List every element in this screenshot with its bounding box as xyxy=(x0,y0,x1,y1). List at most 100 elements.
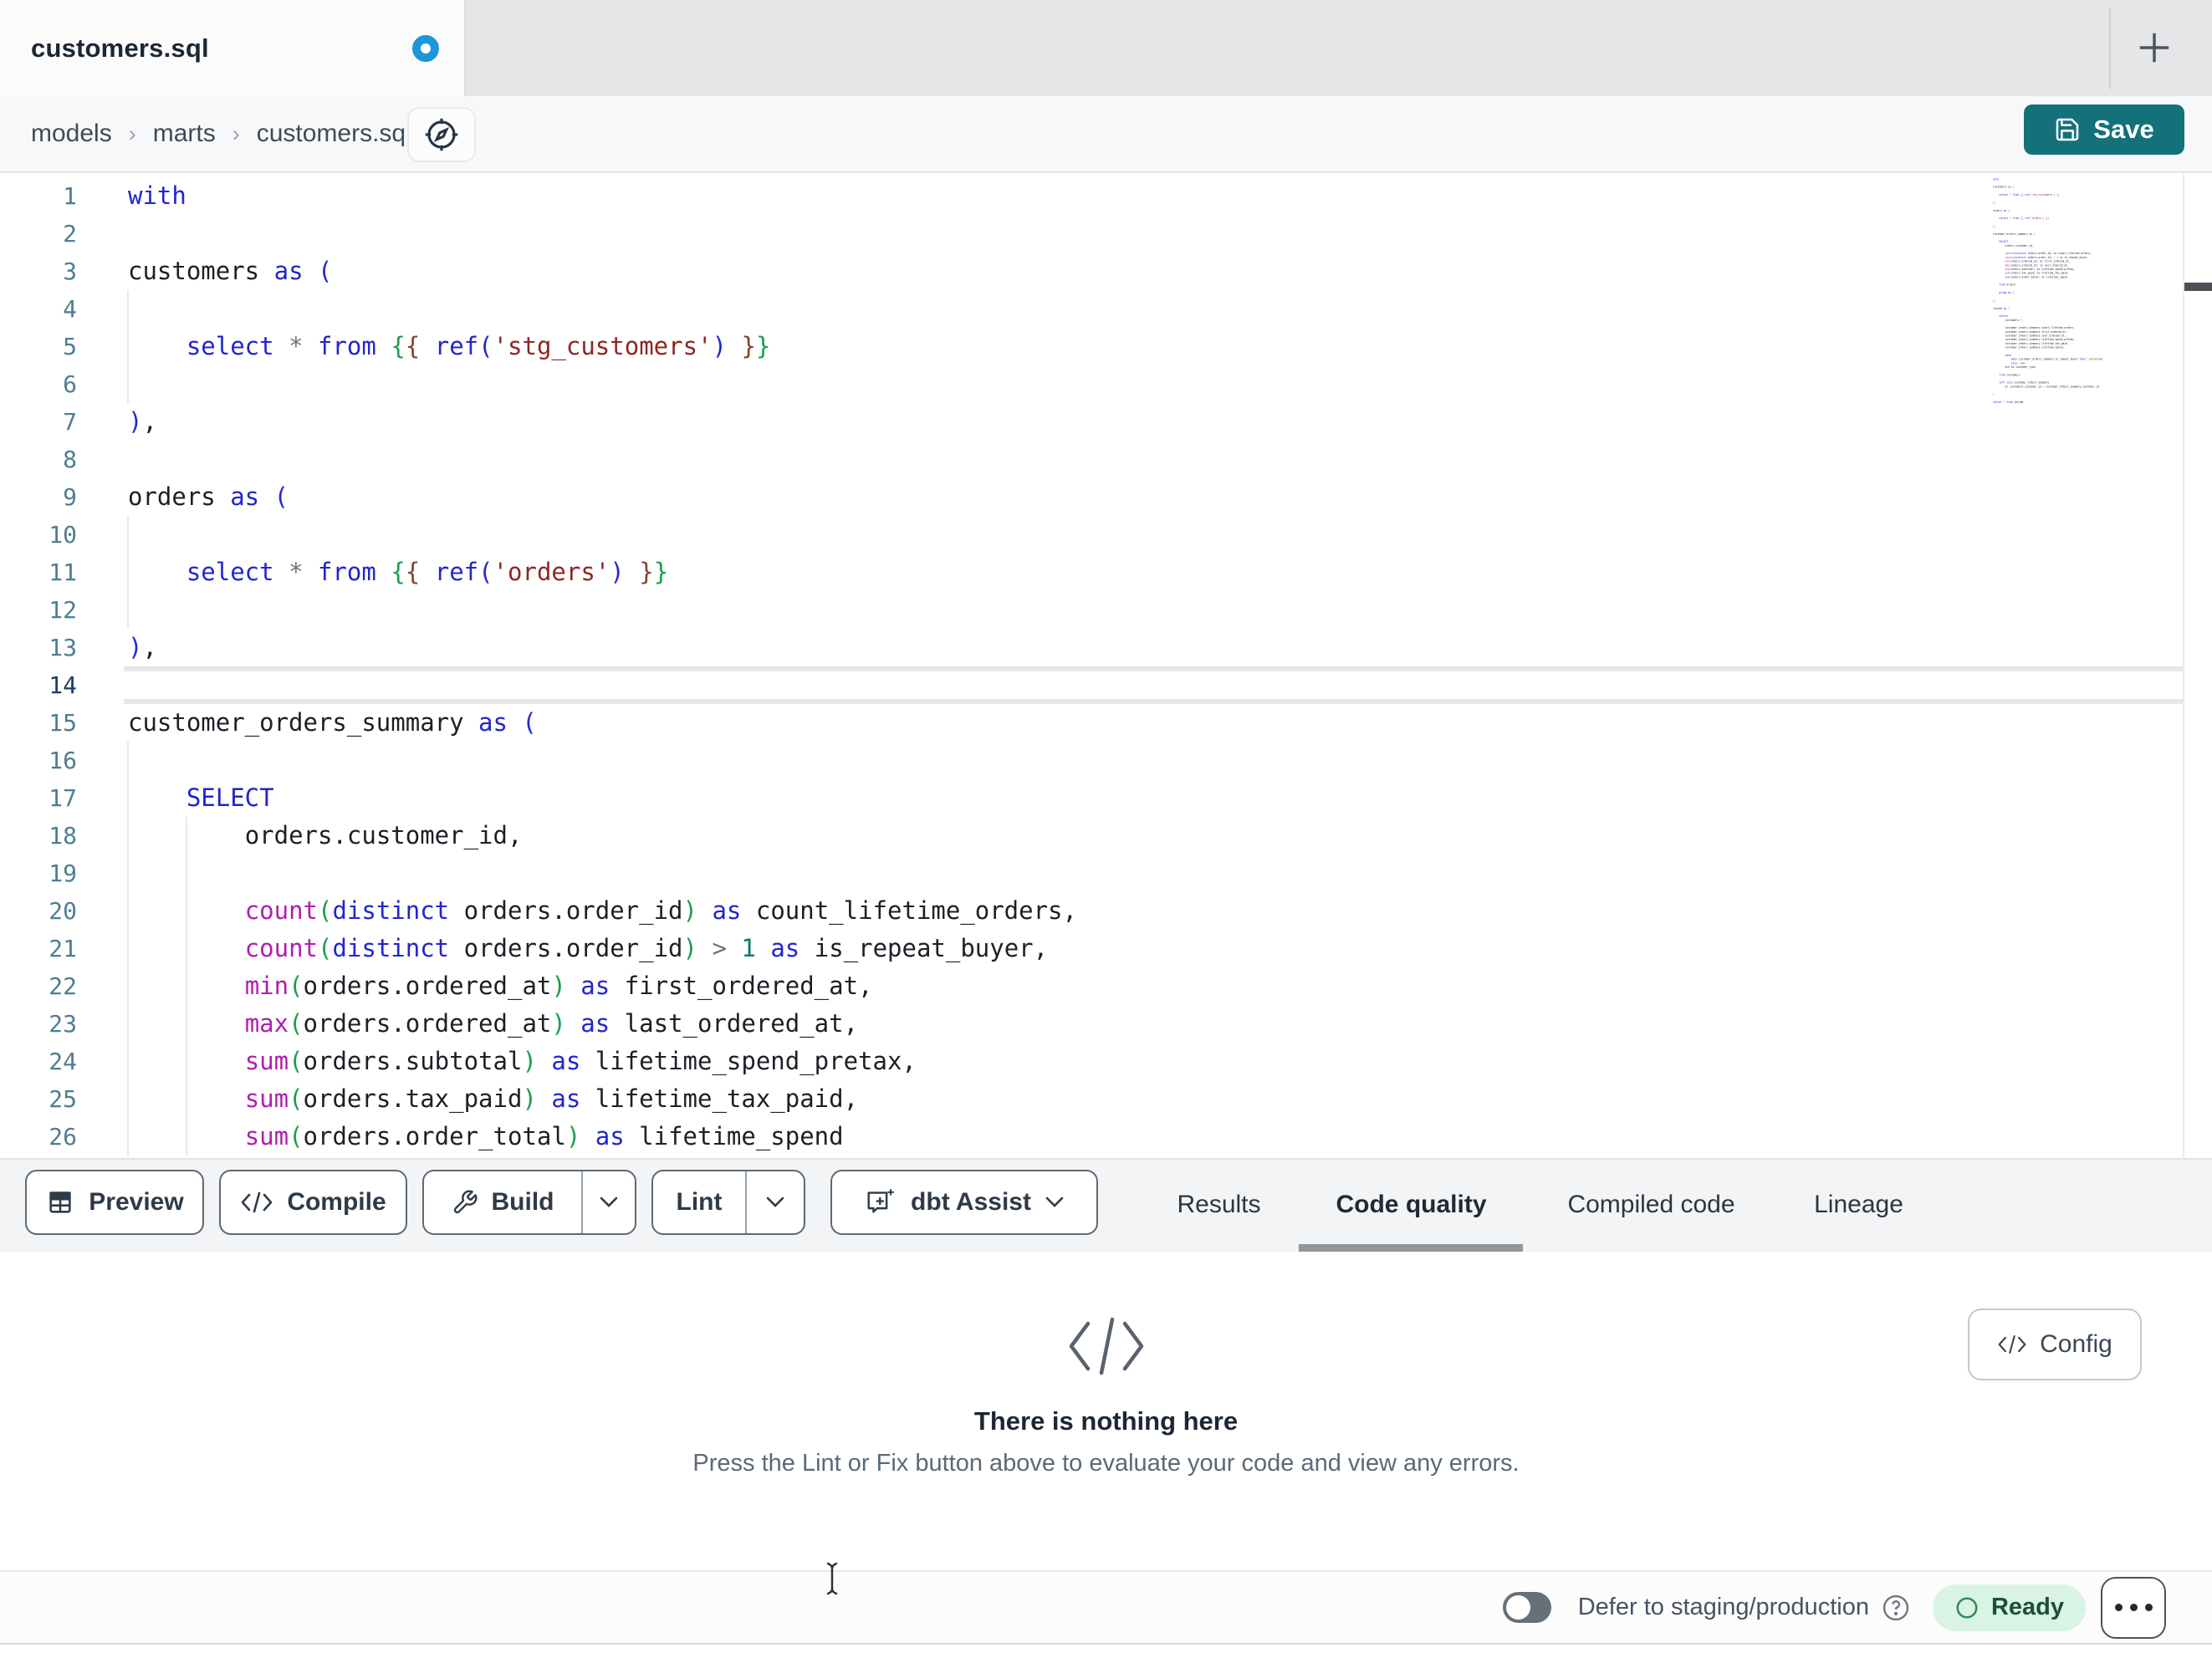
tab-bar: customers.sql xyxy=(0,0,2212,96)
tab-results[interactable]: Results xyxy=(1167,1160,1271,1250)
empty-state-title: There is nothing here xyxy=(973,1406,1239,1436)
editor-toolbar: Preview Compile Build Lint dbt Assist Re… xyxy=(0,1158,2212,1252)
wrench-icon xyxy=(453,1190,477,1214)
code-line[interactable]: sum(orders.subtotal) as lifetime_spend_p… xyxy=(0,1043,2183,1080)
save-label: Save xyxy=(2093,115,2154,144)
chevron-down-icon xyxy=(766,1196,784,1207)
code-line[interactable]: sum(orders.tax_paid) as lifetime_tax_pai… xyxy=(0,1080,2183,1118)
preview-label: Preview xyxy=(89,1188,184,1216)
code-empty-icon xyxy=(0,1315,2212,1381)
active-tab-underline xyxy=(1299,1244,1523,1252)
more-options-button[interactable] xyxy=(2101,1576,2166,1639)
tab-title: customers.sql xyxy=(31,33,209,63)
code-line[interactable]: customer_orders_summary as ( xyxy=(0,704,2183,742)
breadcrumb-separator: › xyxy=(128,120,136,146)
build-split-button: Build xyxy=(422,1170,636,1235)
lint-button[interactable]: Lint xyxy=(653,1171,745,1233)
code-icon xyxy=(242,1191,273,1213)
code-line[interactable]: select * from {{ ref('orders') }} xyxy=(0,554,2183,591)
defer-label: Defer to staging/production xyxy=(1577,1594,1869,1620)
code-line[interactable]: min(orders.ordered_at) as first_ordered_… xyxy=(0,967,2183,1005)
code-line[interactable]: count(distinct orders.order_id) as count… xyxy=(0,892,2183,930)
code-line[interactable] xyxy=(0,742,2183,779)
dbt-ide-window: customers.sql models › marts › customers… xyxy=(0,0,2212,1653)
scrollbar-thumb[interactable] xyxy=(2184,283,2212,291)
tab-customers-sql[interactable]: customers.sql xyxy=(0,0,466,96)
code-line[interactable] xyxy=(0,591,2183,629)
save-icon xyxy=(2056,118,2079,141)
code-icon xyxy=(1998,1335,2026,1354)
code-line[interactable] xyxy=(0,441,2183,478)
breadcrumb: models › marts › customers.sql xyxy=(31,96,411,171)
status-badge-ready: Ready xyxy=(1932,1584,2086,1631)
tab-results-label: Results xyxy=(1177,1191,1261,1218)
code-line[interactable]: orders.customer_id, xyxy=(0,817,2183,855)
tabbar-divider xyxy=(2109,7,2111,89)
compile-label: Compile xyxy=(287,1188,386,1216)
minimap[interactable]: with customers as ( select * from {{ ref(… xyxy=(1993,177,2182,428)
plus-icon xyxy=(2139,33,2169,63)
breadcrumb-separator: › xyxy=(232,120,240,146)
config-label: Config xyxy=(2040,1330,2112,1358)
breadcrumb-marts[interactable]: marts xyxy=(153,120,216,148)
build-label: Build xyxy=(491,1188,554,1216)
tab-code-quality[interactable]: Code quality xyxy=(1305,1160,1518,1250)
code-line[interactable]: sum(orders.order_total) as lifetime_spen… xyxy=(0,1118,2183,1156)
code-line[interactable]: max(orders.ordered_at) as last_ordered_a… xyxy=(0,1005,2183,1043)
help-icon[interactable] xyxy=(1881,1593,1911,1623)
navigate-to-node-button[interactable] xyxy=(407,107,476,162)
code-line[interactable]: SELECT xyxy=(0,779,2183,817)
dot xyxy=(2114,1604,2123,1611)
code-line[interactable]: ), xyxy=(0,629,2183,666)
tab-lineage-label: Lineage xyxy=(1814,1191,1903,1218)
build-button[interactable]: Build xyxy=(424,1171,581,1233)
code-line[interactable]: with xyxy=(0,177,2183,215)
dot xyxy=(2129,1604,2138,1611)
chevron-down-icon xyxy=(1045,1196,1064,1207)
save-button[interactable]: Save xyxy=(2024,105,2184,155)
code-line[interactable] xyxy=(0,215,2183,253)
code-line[interactable] xyxy=(0,516,2183,554)
code-line[interactable]: count(distinct orders.order_id) > 1 as i… xyxy=(0,930,2183,967)
code-line[interactable]: orders as ( xyxy=(0,478,2183,516)
unsaved-indicator-dot xyxy=(412,34,439,62)
code-line[interactable]: customers as ( xyxy=(0,253,2183,290)
status-bar: Defer to staging/production Ready xyxy=(0,1570,2212,1645)
code-line[interactable] xyxy=(0,666,2183,704)
compass-icon xyxy=(425,118,458,151)
ibeam-cursor xyxy=(824,1562,840,1599)
code-line[interactable] xyxy=(0,365,2183,403)
lint-dropdown-button[interactable] xyxy=(745,1171,804,1233)
assist-sparkle-chat-icon xyxy=(867,1189,895,1213)
lint-split-button: Lint xyxy=(651,1170,805,1235)
compile-button[interactable]: Compile xyxy=(219,1170,407,1235)
code-editor[interactable]: 1 2 3 4 5 6 7 8 9 10 11 12 13 14 15 16 17 18 19 20 21 22 23 24 2… xyxy=(0,173,2212,1158)
code-line[interactable] xyxy=(0,855,2183,892)
tab-lineage[interactable]: Lineage xyxy=(1806,1160,1911,1250)
tab-compiled-code-label: Compiled code xyxy=(1567,1191,1735,1218)
preview-button[interactable]: Preview xyxy=(25,1170,204,1235)
dbt-assist-button[interactable]: dbt Assist xyxy=(830,1170,1098,1235)
config-button[interactable]: Config xyxy=(1968,1309,2142,1380)
breadcrumb-file[interactable]: customers.sql xyxy=(257,120,411,148)
ready-label: Ready xyxy=(1990,1594,2064,1620)
toggle-knob xyxy=(1505,1595,1530,1620)
tab-compiled-code[interactable]: Compiled code xyxy=(1557,1160,1745,1250)
breadcrumb-row: models › marts › customers.sql Save xyxy=(0,96,2212,173)
code-line[interactable]: select * from {{ ref('stg_customers') }} xyxy=(0,328,2183,365)
code-quality-panel: There is nothing here Press the Lint or … xyxy=(0,1252,2212,1570)
tab-code-quality-label: Code quality xyxy=(1336,1191,1487,1218)
empty-state: There is nothing here Press the Lint or … xyxy=(0,1252,2212,1477)
dot xyxy=(2144,1604,2153,1611)
editor-right-divider xyxy=(2183,173,2184,1158)
new-tab-button[interactable] xyxy=(2127,22,2182,74)
code-line[interactable] xyxy=(0,290,2183,328)
code-line[interactable]: ), xyxy=(0,403,2183,441)
chevron-down-icon xyxy=(600,1196,618,1207)
ready-circle-icon xyxy=(1956,1597,1978,1618)
build-dropdown-button[interactable] xyxy=(581,1171,635,1233)
empty-state-subtitle: Press the Lint or Fix button above to ev… xyxy=(692,1450,1520,1477)
breadcrumb-models[interactable]: models xyxy=(31,120,112,148)
lint-label: Lint xyxy=(676,1188,723,1216)
defer-toggle[interactable] xyxy=(1502,1592,1551,1623)
